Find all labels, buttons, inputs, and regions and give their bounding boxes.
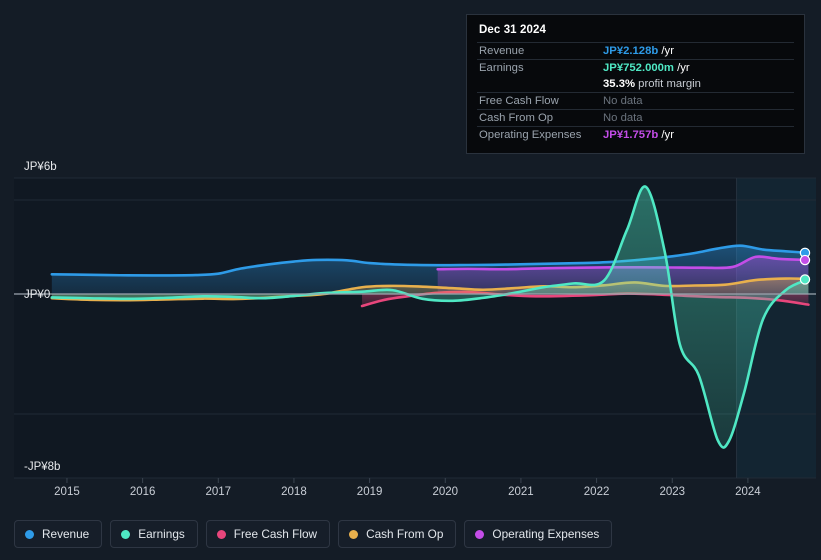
chart-tooltip: Dec 31 2024 Revenue JP¥2.128b /yr Earnings…: [466, 14, 805, 154]
tooltip-profit-margin-value: 35.3% profit margin: [601, 76, 794, 93]
x-axis-tick-label: 2016: [130, 486, 156, 498]
x-axis-tick-label: 2021: [508, 486, 534, 498]
tooltip-row-label: Operating Expenses: [477, 126, 601, 143]
tooltip-row-unit: /yr: [673, 62, 690, 74]
tooltip-table: Revenue JP¥2.128b /yr Earnings JP¥752.000m …: [477, 42, 794, 143]
x-axis-tick-label: 2019: [357, 486, 383, 498]
tooltip-profit-margin-spacer: [477, 76, 601, 93]
endpoint-marker-earnings[interactable]: [799, 274, 811, 285]
tooltip-row-value: No data: [601, 109, 794, 127]
tooltip-row: Cash From Op No data: [477, 109, 794, 127]
legend-color-dot-icon: [25, 529, 34, 539]
legend-color-dot-icon: [475, 529, 485, 539]
tooltip-row-label: Free Cash Flow: [477, 92, 601, 110]
legend-item-label: Earnings: [138, 527, 185, 541]
legend-color-dot-icon: [349, 529, 359, 539]
legend-item-label: Cash From Op: [366, 527, 444, 541]
tooltip-row: Operating Expenses JP¥1.757b /yr: [477, 126, 794, 143]
y-axis-tick-label: JP¥0: [24, 289, 50, 301]
tooltip-row: Earnings JP¥752.000m /yr: [477, 59, 794, 76]
tooltip-row-unit: /yr: [658, 129, 674, 141]
tooltip-row-amount: JP¥2.128b: [603, 45, 659, 57]
tooltip-row-label: Revenue: [477, 42, 601, 60]
tooltip-profit-margin-text: profit margin: [635, 78, 701, 90]
tooltip-row-value: JP¥2.128b /yr: [601, 42, 794, 60]
legend-item-label: Operating Expenses: [492, 527, 600, 541]
tooltip-row-amount: JP¥1.757b: [603, 129, 659, 141]
tooltip-row: Free Cash Flow No data: [477, 92, 794, 110]
legend-item-earnings[interactable]: Earnings: [110, 520, 198, 548]
x-axis-tick-label: 2017: [205, 486, 231, 498]
chart-legend[interactable]: Revenue Earnings Free Cash Flow Cash From O…: [0, 508, 821, 560]
y-axis-tick-label: -JP¥8b: [24, 461, 60, 473]
legend-color-dot-icon: [216, 529, 226, 539]
x-axis-tick-label: 2023: [659, 486, 685, 498]
tooltip-profit-margin-pct: 35.3%: [603, 78, 636, 90]
tooltip-row-amount: No data: [603, 95, 643, 107]
legend-item-cash-from-op[interactable]: Cash From Op: [338, 520, 457, 548]
legend-color-dot-icon: [121, 529, 131, 539]
tooltip-row-amount: No data: [603, 112, 643, 124]
legend-item-label: Revenue: [42, 527, 90, 541]
legend-item-label: Free Cash Flow: [233, 527, 318, 541]
tooltip-row-label: Cash From Op: [477, 109, 601, 127]
x-axis-tick-label: 2015: [54, 486, 80, 498]
legend-item-revenue[interactable]: Revenue: [14, 520, 103, 548]
legend-item-free-cash-flow[interactable]: Free Cash Flow: [205, 520, 331, 548]
x-axis-tick-label: 2018: [281, 486, 307, 498]
financial-chart-page: JP¥6b JP¥0 -JP¥8b 2015 2016 2017 2018 2019 2020 2…: [0, 0, 821, 560]
x-axis-tick-label: 2020: [432, 486, 458, 498]
endpoint-marker-operating-expenses[interactable]: [799, 254, 811, 266]
tooltip-row: Revenue JP¥2.128b /yr: [477, 42, 794, 60]
tooltip-row-value: No data: [601, 92, 794, 110]
tooltip-profit-margin-row: 35.3% profit margin: [477, 76, 794, 93]
tooltip-row-label: Earnings: [477, 59, 601, 76]
x-axis-tick-label: 2024: [735, 486, 761, 498]
tooltip-row-value: JP¥752.000m /yr: [601, 59, 794, 76]
y-axis-tick-label: JP¥6b: [24, 161, 57, 173]
tooltip-row-unit: /yr: [658, 45, 674, 57]
legend-item-operating-expenses[interactable]: Operating Expenses: [464, 520, 613, 548]
tooltip-row-amount: JP¥752.000m: [603, 62, 674, 74]
tooltip-date: Dec 31 2024: [479, 24, 546, 36]
x-axis-tick-label: 2022: [584, 486, 610, 498]
tooltip-row-value: JP¥1.757b /yr: [601, 126, 794, 143]
